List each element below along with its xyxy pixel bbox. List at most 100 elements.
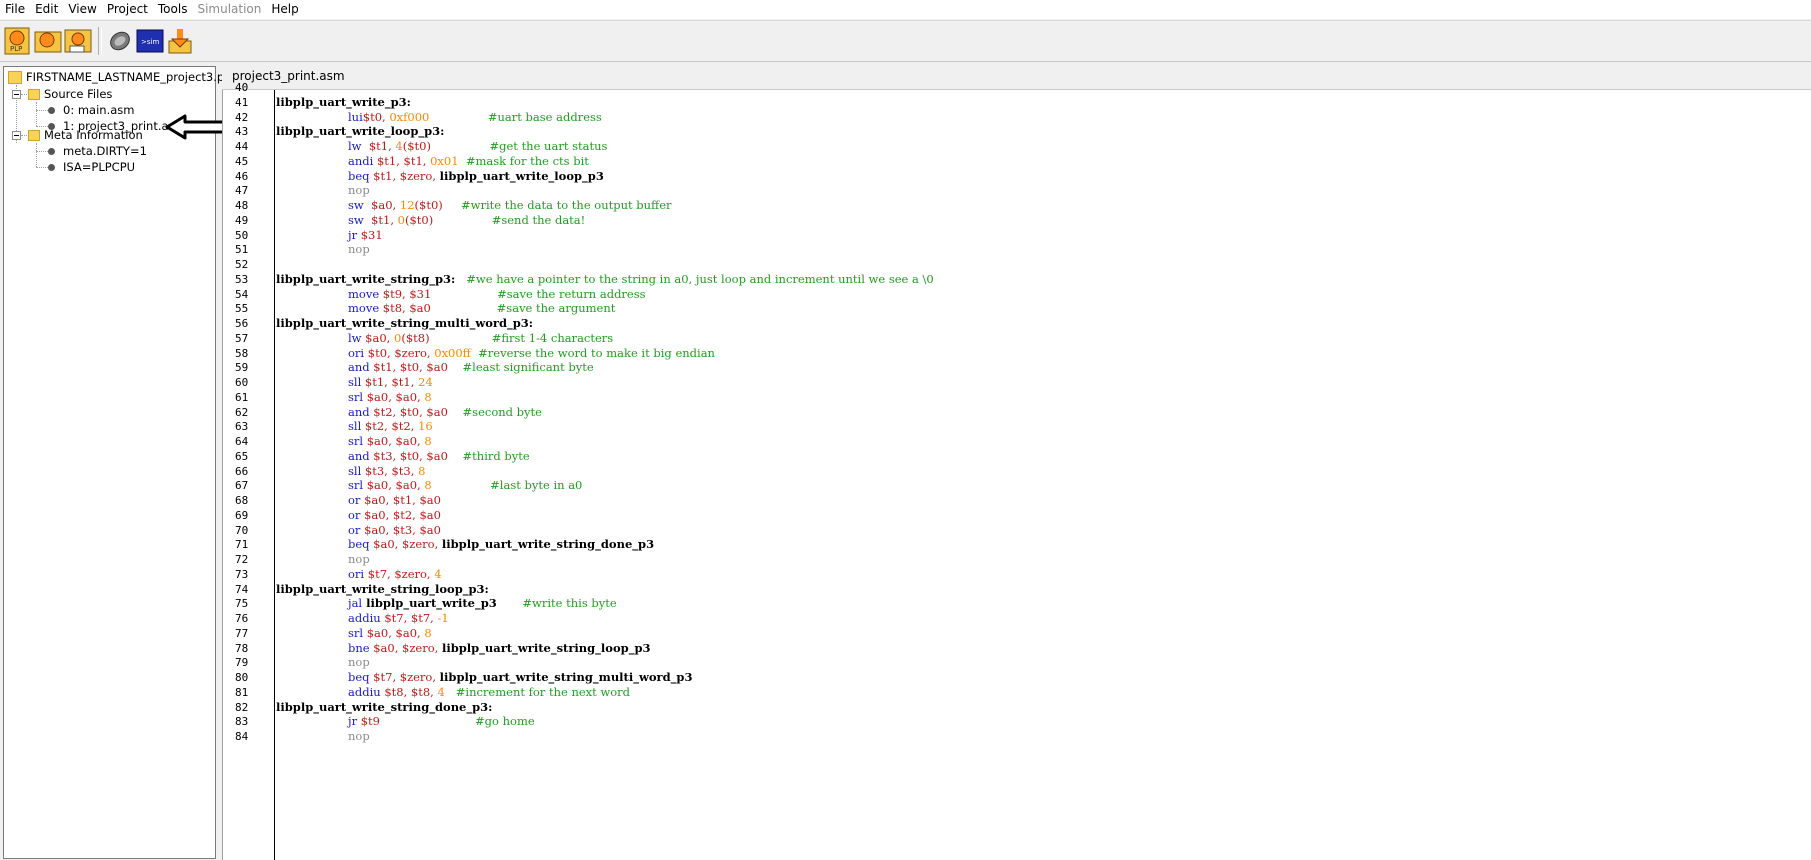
program-board-icon[interactable] [166,27,194,55]
code-label: libplp_uart_write_string_multi_word_p3: [276,316,534,330]
code-line: lw $t1, 4($t0) #get the uart status [276,139,607,153]
code-line: and $t2, $t0, $a0 #second byte [276,405,542,419]
line-number: 68 [235,494,249,507]
tree-folder-meta[interactable]: Meta Information [28,127,143,143]
folder-icon [8,70,22,84]
line-number: 63 [235,420,249,434]
menu-project[interactable]: Project [102,0,153,19]
code-comment: #third byte [462,448,530,463]
line-number: 50 [235,228,249,242]
line-number: 47 [235,184,249,198]
code-operand: $a0, $t1, $a0 [360,493,441,507]
line-number: 82 [235,700,249,714]
line-number: 46 [235,169,249,183]
simulation-icon[interactable]: >sim [136,27,164,55]
tree-project-root[interactable]: FIRSTNAME_LASTNAME_project3.plp [8,69,235,85]
code-operand: $a0, $a0, [363,389,425,404]
svg-text:>sim: >sim [141,38,159,46]
code-line: srl $a0, $a0, 8 [276,434,432,448]
code-instruction: lui [348,109,363,124]
code-instruction: sll [348,463,362,478]
code-instruction: beq [348,537,370,552]
tree-meta-dirty[interactable]: meta.DIRTY=1 [48,143,147,159]
line-number: 78 [235,641,249,655]
line-number: 61 [235,390,249,404]
code-operand: $t1, $zero, [369,168,440,183]
menu-tools[interactable]: Tools [153,0,193,19]
code-operand: $t2, $t0, $a0 [369,404,448,419]
code-line: sw $a0, 12($t0) #write the data to the o… [276,198,672,212]
new-project-icon[interactable]: PLP [4,27,32,55]
code-line: ori $t7, $zero, 4 [276,567,442,581]
code-comment: #save the argument [496,301,616,316]
line-number: 84 [235,730,249,743]
code-line: libplp_uart_write_p3: [276,95,411,109]
assemble-icon[interactable] [106,27,134,55]
line-number: 79 [235,656,249,670]
editor-tab-title: project3_print.asm [232,69,345,83]
code-line: beq $t7, $zero, libplp_uart_write_string… [276,670,692,684]
line-number: 54 [235,287,249,301]
save-project-icon[interactable] [64,27,92,55]
tree-folder-source[interactable]: Source Files [28,86,112,102]
code-operand: libplp_uart_write_string_loop_p3 [441,640,651,655]
code-comment: #get the uart status [489,139,608,153]
menu-help[interactable]: Help [266,0,303,19]
code-instruction: addiu [348,611,381,625]
code-instruction: and [348,404,370,419]
code-operand: $t7, $zero, [364,566,435,581]
code-operand: 16 [418,419,433,434]
code-instruction: beq [348,670,370,684]
code-comment: #send the data! [491,212,586,227]
code-editor[interactable]: 40 41 42 43 44 45 46 47 48 49 50 51 52 53 54 55 56 57 58 59… [222,81,1811,860]
tree-meta-isa[interactable]: ISA=PLPCPU [48,159,135,175]
code-line: move $t8, $a0 #save the argument [276,301,615,315]
menu-simulation[interactable]: Simulation [192,0,266,19]
code-instruction: sll [348,375,362,389]
line-number: 58 [235,346,249,360]
line-number: 80 [235,671,249,684]
code-operand: libplp_uart_write_string_done_p3 [441,537,655,552]
line-number: 65 [235,449,249,463]
collapse-icon[interactable] [12,131,21,140]
code-line: and $t1, $t0, $a0 #least significant byt… [276,360,594,374]
meta-information-label: Meta Information [44,128,143,142]
toolbar-separator [98,27,102,55]
code-operand: ($t8) [401,330,430,345]
code-operand: ($t0) [414,198,443,212]
line-number: 76 [235,612,249,625]
code-operand: $a0, $a0, [363,434,425,448]
code-comment: #go home [475,714,535,729]
code-operand: $a0, [363,198,400,212]
code-operand: $t1, [363,212,398,227]
code-line: sll $t1, $t1, 24 [276,375,433,389]
menu-file[interactable]: File [0,0,30,19]
code-operand: $a0, $zero, [369,537,442,552]
code-line: andi $t1, $t1, 0x01 #mask for the cts bi… [276,154,589,168]
code-instruction: or [348,493,361,507]
folder-icon [28,129,40,141]
code-operand: $t8, $t8, [380,684,438,699]
code-operand: 0xf000 [389,109,430,124]
code-label: libplp_uart_write_string_loop_p3: [276,581,489,596]
code-line: libplp_uart_write_string_p3: #we have a … [276,272,934,286]
code-line: or $a0, $t1, $a0 [276,493,441,507]
code-label: libplp_uart_write_string_p3: [276,271,456,286]
code-operand: $31 [357,227,383,242]
line-number: 72 [235,553,249,566]
code-operand: 0 [397,212,405,227]
code-operand: 24 [418,375,433,389]
code-line: jal libplp_uart_write_p3 #write this byt… [276,596,617,610]
code-line: or $a0, $t3, $a0 [276,523,441,537]
code-operand: ($t0) [404,212,434,227]
code-line: or $a0, $t2, $a0 [276,508,441,522]
open-project-icon[interactable] [34,27,62,55]
menu-edit[interactable]: Edit [30,0,63,19]
editor-tab[interactable]: project3_print.asm [222,64,1811,90]
collapse-icon[interactable] [12,90,21,99]
code-line: beq $t1, $zero, libplp_uart_write_loop_p… [276,169,604,183]
menu-view[interactable]: View [63,0,101,19]
tree-file-main[interactable]: 0: main.asm [48,102,134,118]
code-instruction: nop [348,655,370,670]
code-line: nop [276,729,370,743]
